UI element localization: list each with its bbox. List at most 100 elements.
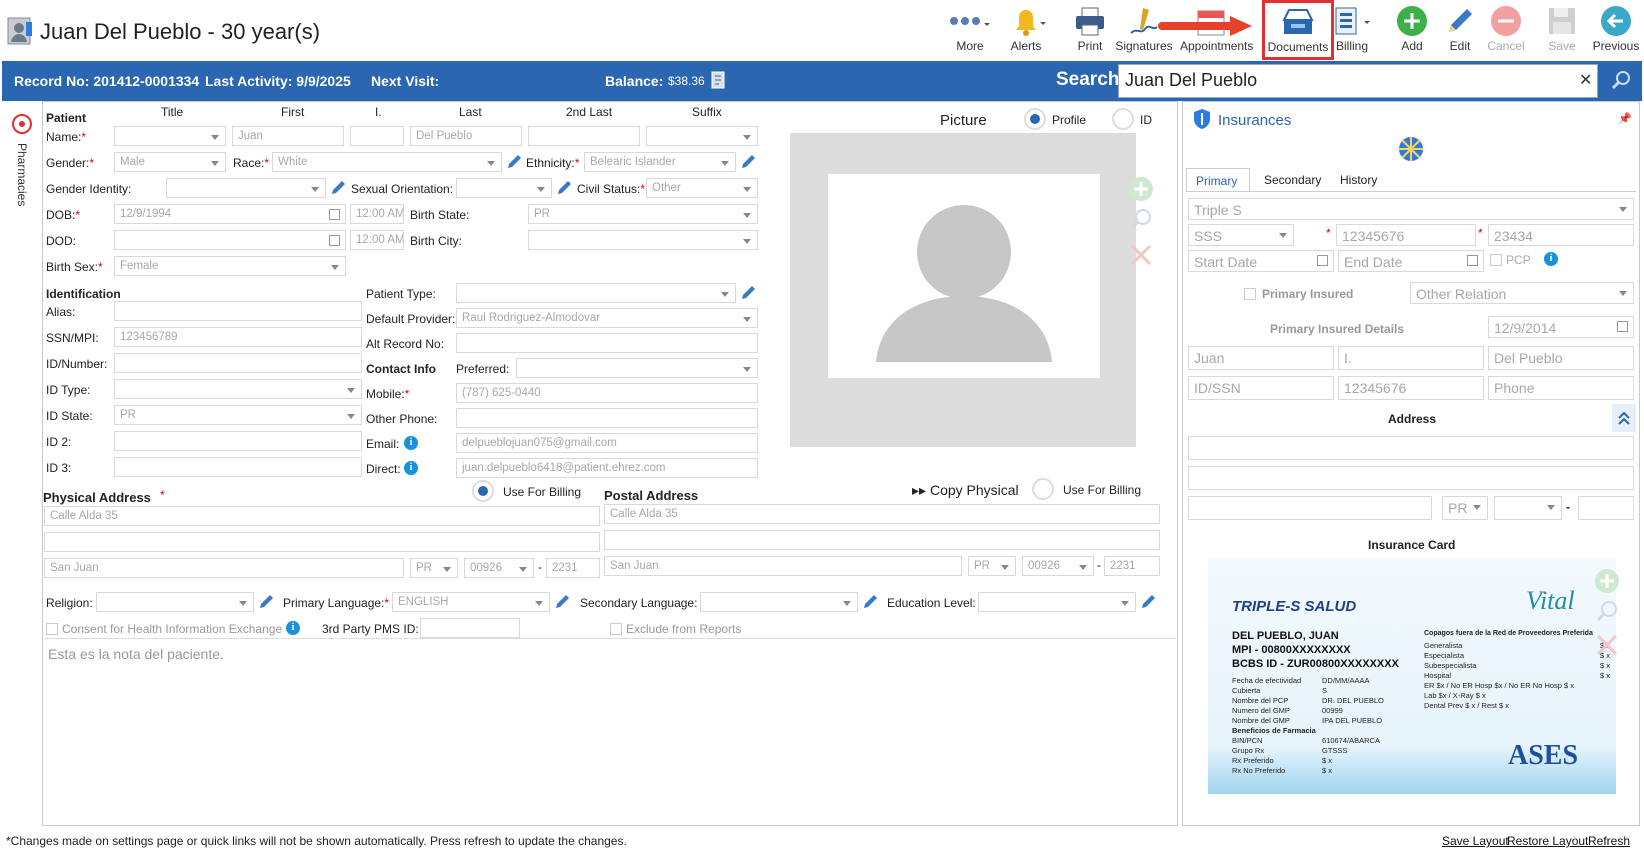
insured-phone-input[interactable]: Phone	[1488, 376, 1634, 400]
balance-doc-icon[interactable]	[710, 71, 726, 92]
first-name-input[interactable]: Juan	[232, 126, 344, 146]
title-select[interactable]	[114, 126, 226, 146]
insurance-card-image[interactable]: TRIPLE-S SALUD Vital DEL PUEBLO, JUAN MP…	[1208, 558, 1616, 794]
birth-sex-select[interactable]: Female	[114, 256, 346, 276]
insurance-plan-select[interactable]: Triple S	[1188, 198, 1634, 220]
consent-info-icon[interactable]: i	[286, 621, 300, 635]
email-info-icon[interactable]: i	[404, 436, 418, 450]
dob-input[interactable]: 12/9/1994	[114, 204, 346, 224]
second-last-name-input[interactable]	[528, 126, 640, 146]
email-input[interactable]: delpueblojuan075@gmail.com	[456, 433, 758, 453]
physical-line2-input[interactable]	[44, 532, 600, 552]
patient-note-textarea[interactable]: Esta es la nota del paciente.	[44, 640, 1176, 824]
insured-dob-input[interactable]: 12/9/2014	[1488, 316, 1634, 338]
patient-type-select[interactable]	[456, 283, 736, 303]
dod-input[interactable]	[114, 230, 346, 250]
physical-city-input[interactable]: San Juan	[44, 558, 404, 578]
search-input[interactable]: Juan Del Pueblo ✕	[1118, 64, 1598, 98]
zoom-picture-icon[interactable]	[1128, 206, 1154, 235]
profile-radio[interactable]	[1024, 108, 1046, 130]
insured-city-input[interactable]	[1188, 496, 1432, 520]
postal-state-select[interactable]: PR	[968, 556, 1016, 576]
insured-zip-select[interactable]	[1494, 496, 1562, 520]
gender-select[interactable]: Male	[114, 152, 226, 172]
religion-select[interactable]	[96, 592, 254, 612]
add-picture-icon[interactable]	[1128, 176, 1154, 205]
primary-insured-checkbox[interactable]	[1244, 288, 1256, 300]
ethnicity-select[interactable]: Belearic Islander	[584, 152, 736, 172]
id3-input[interactable]	[114, 457, 362, 477]
primary-language-edit-pencil-icon[interactable]	[554, 592, 572, 610]
insured-first-name-input[interactable]: Juan	[1188, 346, 1334, 370]
other-relation-select[interactable]: Other Relation	[1410, 282, 1634, 304]
tab-primary[interactable]: Primary	[1186, 168, 1250, 192]
alias-input[interactable]	[114, 301, 362, 321]
education-level-select[interactable]	[978, 592, 1136, 612]
middle-initial-input[interactable]	[350, 126, 404, 146]
tab-secondary[interactable]: Secondary	[1264, 173, 1321, 187]
direct-info-icon[interactable]: i	[404, 461, 418, 475]
postal-line1-input[interactable]: Calle Alda 35	[604, 504, 1160, 524]
education-edit-pencil-icon[interactable]	[1140, 592, 1158, 610]
other-phone-input[interactable]	[456, 408, 758, 428]
print-button[interactable]: Print	[1060, 4, 1120, 56]
pcp-checkbox[interactable]	[1490, 254, 1502, 266]
postal-zip4-input[interactable]: 2231	[1104, 556, 1160, 576]
save-button[interactable]: Save	[1532, 4, 1592, 56]
ssn-input[interactable]: 123456789	[114, 327, 362, 347]
alt-record-input[interactable]	[456, 333, 758, 353]
search-clear-icon[interactable]: ✕	[1579, 70, 1592, 90]
civil-status-select[interactable]: Other	[646, 178, 758, 198]
zoom-card-icon[interactable]	[1594, 598, 1620, 627]
preferred-contact-select[interactable]	[516, 358, 758, 378]
race-select[interactable]: White	[272, 152, 502, 172]
search-button[interactable]	[1602, 64, 1640, 98]
insured-initial-input[interactable]: I.	[1338, 346, 1484, 370]
id2-input[interactable]	[114, 431, 362, 451]
previous-button[interactable]: Previous	[1586, 4, 1644, 56]
start-date-input[interactable]: Start Date	[1188, 250, 1334, 272]
insured-idssn-input[interactable]: ID/SSN	[1188, 376, 1334, 400]
physical-state-select[interactable]: PR	[410, 558, 458, 578]
sexual-orientation-edit-pencil-icon[interactable]	[556, 178, 574, 196]
postal-line2-input[interactable]	[604, 530, 1160, 550]
pcp-info-icon[interactable]: i	[1544, 252, 1558, 266]
insurance-type-select[interactable]: SSS	[1188, 224, 1294, 246]
refresh-link[interactable]: Refresh	[1588, 834, 1630, 848]
add-card-icon[interactable]	[1594, 568, 1620, 597]
mobile-input[interactable]: (787) 625-0440	[456, 383, 758, 403]
remove-picture-icon[interactable]	[1128, 242, 1154, 271]
group-number-input[interactable]: 23434	[1488, 224, 1634, 246]
sexual-orientation-select[interactable]	[456, 178, 552, 198]
religion-edit-pencil-icon[interactable]	[258, 592, 276, 610]
id-number-input[interactable]	[114, 353, 362, 373]
insured-address-line1-input[interactable]	[1188, 436, 1634, 460]
insured-zip4-input[interactable]	[1578, 496, 1634, 520]
id-type-select[interactable]	[114, 379, 362, 399]
patient-type-edit-pencil-icon[interactable]	[740, 283, 758, 301]
postal-zip-select[interactable]: 00926	[1022, 556, 1094, 576]
primary-language-select[interactable]: ENGLISH	[392, 592, 550, 612]
save-layout-link[interactable]: Save Layout	[1442, 834, 1509, 848]
physical-line1-input[interactable]: Calle Alda 35	[44, 506, 600, 526]
cancel-button[interactable]: Cancel	[1476, 4, 1536, 56]
insured-number-input[interactable]: 12345676	[1338, 376, 1484, 400]
dod-time-input[interactable]: 12:00 AM	[350, 230, 404, 250]
physical-zip-select[interactable]: 00926	[464, 558, 534, 578]
direct-input[interactable]: juan.delpueblo6418@patient.ehrez.com	[456, 458, 758, 478]
id-state-select[interactable]: PR	[114, 405, 362, 425]
pms-id-input[interactable]	[420, 618, 520, 638]
billing-button[interactable]: Billing	[1322, 4, 1382, 56]
race-edit-pencil-icon[interactable]	[506, 152, 524, 170]
ethnicity-edit-pencil-icon[interactable]	[740, 152, 758, 170]
end-date-input[interactable]: End Date	[1338, 250, 1484, 272]
copy-physical-button[interactable]: ▸▸ Copy Physical	[912, 482, 1019, 499]
insured-last-name-input[interactable]: Del Pueblo	[1488, 346, 1634, 370]
birth-state-select[interactable]: PR	[528, 204, 758, 224]
remove-card-icon[interactable]	[1594, 632, 1620, 661]
pin-icon[interactable]: 📌	[1618, 112, 1632, 125]
gender-identity-select[interactable]	[166, 178, 326, 198]
suffix-select[interactable]	[646, 126, 758, 146]
postal-city-input[interactable]: San Juan	[604, 556, 962, 576]
physical-zip4-input[interactable]: 2231	[546, 558, 600, 578]
